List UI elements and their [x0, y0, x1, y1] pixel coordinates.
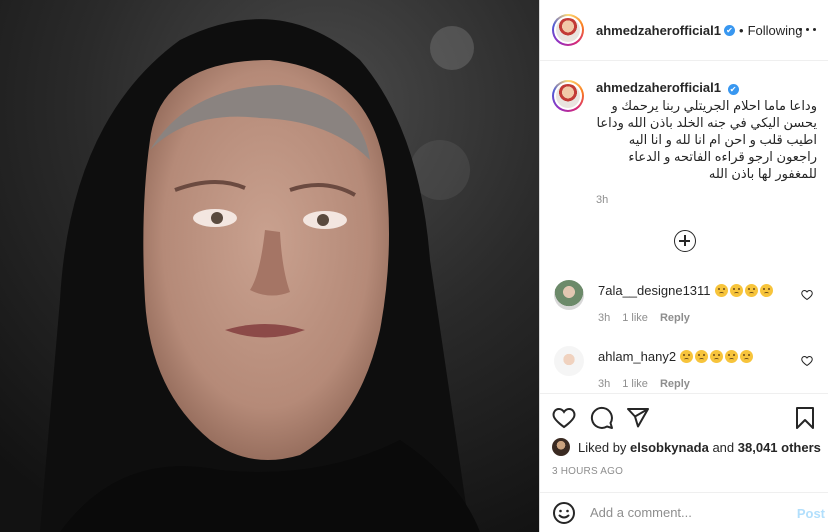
comment-time: 3h [598, 312, 611, 324]
comment-like-icon[interactable] [801, 289, 813, 301]
share-icon[interactable] [626, 406, 650, 430]
caption-time: 3h [596, 194, 609, 206]
crying-emoji-icon [714, 283, 775, 298]
bookmark-icon[interactable] [793, 406, 817, 430]
add-comment-input[interactable] [590, 505, 790, 520]
add-comment-bar: Post [540, 492, 828, 532]
likes-prefix: Liked by [578, 439, 627, 455]
comment-username[interactable]: 7ala__designe1311 [598, 283, 711, 298]
comment-icon[interactable] [590, 406, 614, 430]
author-avatar[interactable] [552, 14, 584, 46]
comment-username[interactable]: ahlam_hany2 [598, 349, 676, 364]
post-sidebar: ahmedzaherofficial1 ✔ • Following ahmedz… [539, 0, 828, 532]
caption-avatar[interactable] [552, 80, 584, 112]
verified-badge-icon: ✔ [727, 84, 739, 95]
comment-avatar[interactable] [554, 280, 584, 310]
reply-button[interactable]: Reply [660, 312, 690, 324]
caption-text: وداعا ماما احلام الجريتلي ربنا يرحمك و ي… [596, 98, 817, 181]
likes-and: and [712, 439, 735, 455]
post-photo[interactable] [0, 0, 539, 532]
reply-button[interactable]: Reply [660, 378, 690, 390]
comment-item: 7ala__designe1311 3h 1 like Reply [540, 280, 828, 324]
more-options-icon[interactable] [796, 22, 820, 38]
likes-summary: Liked by elsobkynada and 38,041 others [552, 438, 821, 456]
instagram-post-modal: ahmedzaherofficial1 ✔ • Following ahmedz… [0, 0, 828, 532]
caption: ahmedzaherofficial1 ✔ وداعا ماما احلام ا… [540, 62, 828, 206]
post-timestamp: 3 HOURS AGO [552, 466, 624, 477]
comments-scroll-area[interactable]: ahmedzaherofficial1 ✔ وداعا ماما احلام ا… [540, 62, 828, 393]
action-bar [540, 393, 828, 433]
comment-time: 3h [598, 378, 611, 390]
comment-likes[interactable]: 1 like [622, 312, 648, 324]
emoji-icon[interactable] [552, 501, 576, 525]
caption-username[interactable]: ahmedzaherofficial1 [596, 80, 721, 95]
liker-avatar[interactable] [552, 438, 570, 456]
following-button[interactable]: Following [748, 23, 803, 38]
author-username[interactable]: ahmedzaherofficial1 [596, 23, 721, 38]
comment-likes[interactable]: 1 like [622, 378, 648, 390]
plus-circle-icon[interactable] [673, 230, 696, 252]
comment-avatar[interactable] [554, 346, 584, 376]
comment-item: ahlam_hany2 3h 1 like Reply [540, 346, 828, 390]
crying-emoji-icon [680, 349, 755, 364]
likes-others[interactable]: 38,041 others [738, 440, 821, 455]
post-comment-button[interactable]: Post [797, 506, 825, 521]
separator-dot: • [739, 22, 744, 38]
liker-username[interactable]: elsobkynada [630, 440, 709, 455]
verified-badge-icon: ✔ [724, 24, 735, 36]
heart-icon[interactable] [552, 406, 576, 430]
comment-like-icon[interactable] [801, 355, 813, 367]
photo-illustration [0, 0, 539, 532]
post-header: ahmedzaherofficial1 ✔ • Following [540, 0, 828, 61]
